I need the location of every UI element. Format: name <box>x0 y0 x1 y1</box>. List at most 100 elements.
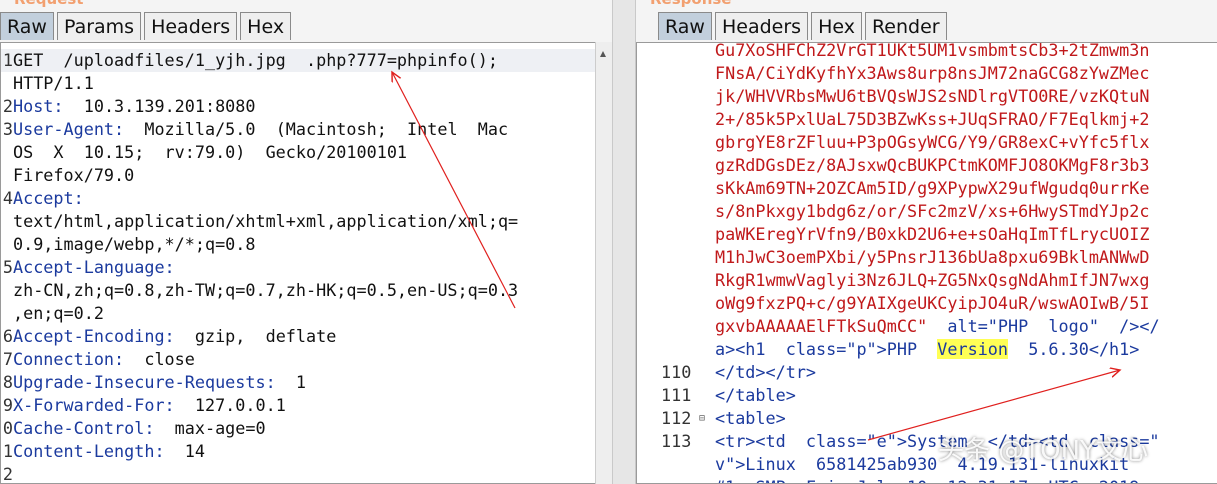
line-text: Cache-Control: max-age=0 <box>13 417 266 440</box>
request-line: zh-CN,zh;q=0.8,zh-TW;q=0.7,zh-HK;q=0.5,e… <box>1 279 611 302</box>
line-text: Upgrade-Insecure-Requests: 1 <box>13 371 306 394</box>
header-value: HTTP/1.1 <box>13 73 94 93</box>
tab-hex[interactable]: Hex <box>811 12 862 40</box>
request-line: OS X 10.15; rv:79.0) Gecko/20100101 <box>1 141 611 164</box>
base64-text: s/8nPkxgy1bdg6z/or/SFc2mzV/xs+6HwySTmdYJ… <box>715 201 1150 221</box>
header-value: Firefox/79.0 <box>13 165 135 185</box>
header-name: Host: <box>13 96 64 116</box>
request-editor[interactable]: 1 GET /uploadfiles/1_yjh.jpg .php?777=php… <box>0 42 612 484</box>
response-editor[interactable]: Gu7XoSHFChZ2VrGT1UKt5UM1vsmbmtsCb3+2tZmw… <box>636 42 1217 484</box>
tab-render[interactable]: Render <box>864 12 947 40</box>
header-value: gzip, deflate <box>174 326 337 346</box>
line-number: 2 <box>2 464 13 484</box>
fold-toggle-icon[interactable]: ⊟ <box>699 407 705 430</box>
line-number: 2 <box>2 96 13 116</box>
line-text: <table> <box>715 408 786 428</box>
line-number: 1 <box>2 441 13 461</box>
request-tab-bar: Raw Params Headers Hex <box>0 12 292 42</box>
line-number: 8 <box>2 372 13 392</box>
line-text: Firefox/79.0 <box>13 164 134 187</box>
header-name: X-Forwarded-For: <box>13 395 175 415</box>
code-fragment: 5.6.30</h1> <box>1008 339 1140 359</box>
base64-line: s/8nPkxgy1bdg6z/or/SFc2mzV/xs+6HwySTmdYJ… <box>637 200 1217 223</box>
header-name: Cache-Control: <box>13 418 155 438</box>
header-name: Accept-Language: <box>13 257 175 277</box>
base64-text: gzRdDGsDEz/8AJsxwQcBUKPCtmKOMFJO8OKMgF8r… <box>715 155 1150 175</box>
line-text: X-Forwarded-For: 127.0.0.1 <box>13 394 286 417</box>
header-value: max-age=0 <box>154 418 266 438</box>
base64-line: paWKEregYrVfn9/B0xkD2U6+e+sOaHqImTfLrycU… <box>637 223 1217 246</box>
line-number: 111 <box>661 385 692 405</box>
base64-text: paWKEregYrVfn9/B0xkD2U6+e+sOaHqImTfLrycU… <box>715 224 1150 244</box>
response-tab-bar: Raw Headers Hex Render <box>658 12 947 42</box>
header-value: OS X 10.15; rv:79.0) Gecko/20100101 <box>13 142 408 162</box>
response-title: Response <box>650 0 731 8</box>
base64-text: RkgR1wmwVaglyi3Nz6JLQ+ZG5NxQsgNdAhmIfJN7… <box>715 270 1150 290</box>
line-number: 110 <box>661 362 692 382</box>
tab-raw[interactable]: Raw <box>0 12 54 40</box>
header-value: close <box>124 349 195 369</box>
line-number: 0 <box>2 418 13 438</box>
request-line: 9 X-Forwarded-For: 127.0.0.1 <box>1 394 611 417</box>
request-title: Request <box>14 0 83 8</box>
request-line: text/html,application/xhtml+xml,applicat… <box>1 210 611 233</box>
request-line: 6 Accept-Encoding: gzip, deflate <box>1 325 611 348</box>
base64-line: 2+/85k5PxlUaL75D3BZwKss+JUqSFRAO/F7Eqlkm… <box>637 108 1217 131</box>
pane-divider[interactable] <box>612 0 636 484</box>
base64-line: Gu7XoSHFChZ2VrGT1UKt5UM1vsmbmtsCb3+2tZmw… <box>637 42 1217 62</box>
header-name: Upgrade-Insecure-Requests: <box>13 372 276 392</box>
request-line: 2 Host: 10.3.139.201:8080 <box>1 95 611 118</box>
line-text: OS X 10.15; rv:79.0) Gecko/20100101 <box>13 141 407 164</box>
header-name: Accept: <box>13 188 84 208</box>
tab-raw[interactable]: Raw <box>658 12 712 40</box>
tab-headers[interactable]: Headers <box>144 12 238 40</box>
line-text: #1 SMP Fri Jul 10 12:31:17 UTC 2019 <box>715 476 1139 483</box>
request-line: HTTP/1.1 <box>1 72 611 95</box>
code-fragment: gxvbAAAAAElFTkSuQmCC" <box>715 316 928 336</box>
base64-text: oWg9fxzPQ+c/g9YAIXgeUKCyipJO4uR/wswAOIwB… <box>715 293 1150 313</box>
line-number: 3 <box>2 119 13 139</box>
base64-text: Gu7XoSHFChZ2VrGT1UKt5UM1vsmbmtsCb3+2tZmw… <box>715 42 1150 60</box>
line-number: 9 <box>2 395 13 415</box>
header-name: User-Agent: <box>13 119 125 139</box>
request-line: 1 Content-Length: 14 <box>1 440 611 463</box>
header-value: ,en;q=0.2 <box>13 303 104 323</box>
header-value: 127.0.0.1 <box>174 395 286 415</box>
line-text: ,en;q=0.2 <box>13 302 104 325</box>
tab-hex[interactable]: Hex <box>240 12 292 40</box>
search-highlight: Version <box>937 339 1009 359</box>
request-line: 4 Accept: <box>1 187 611 210</box>
line-text: Host: 10.3.139.201:8080 <box>13 95 256 118</box>
header-value: 10.3.139.201:8080 <box>63 96 256 116</box>
request-line: 2 <box>1 463 611 484</box>
line-text: User-Agent: Mozilla/5.0 (Macintosh; Inte… <box>13 118 508 141</box>
base64-line: oWg9fxzPQ+c/g9YAIXgeUKCyipJO4uR/wswAOIwB… <box>637 292 1217 315</box>
line-number: 7 <box>2 349 13 369</box>
header-value: Mozilla/5.0 (Macintosh; Intel Mac <box>124 119 509 139</box>
line-text: </td></tr> <box>715 362 817 382</box>
tab-params[interactable]: Params <box>56 12 142 40</box>
line-number: 5 <box>2 257 13 277</box>
request-scrollbar[interactable] <box>595 42 612 484</box>
watermark: 头条 @TONY文心 <box>938 436 1148 466</box>
line-text: GET /uploadfiles/1_yjh.jpg .php?777=phpi… <box>13 49 498 72</box>
line-number: 112 <box>661 408 692 428</box>
request-line: 8 Upgrade-Insecure-Requests: 1 <box>1 371 611 394</box>
tab-headers[interactable]: Headers <box>714 12 809 40</box>
base64-text: gbrgYE8rZFluu+P3pOGsyWCG/Y9/GR8exC+vYfc5… <box>715 132 1150 152</box>
request-line: 5 Accept-Language: <box>1 256 611 279</box>
line-text: Connection: close <box>13 348 195 371</box>
header-name: GET /uploadfiles/1_yjh.jpg .php?777=phpi… <box>13 50 498 70</box>
scroll-up-arrow-icon[interactable] <box>599 50 607 58</box>
request-line: 0.9,image/webp,*/*;q=0.8 <box>1 233 611 256</box>
line-text: Content-Length: 14 <box>13 440 205 463</box>
line-text: Accept: <box>13 187 84 210</box>
code-fragment: alt="PHP logo" /></ <box>927 316 1160 336</box>
request-line: ,en;q=0.2 <box>1 302 611 325</box>
line-text: </table> <box>715 385 796 405</box>
base64-text: 2+/85k5PxlUaL75D3BZwKss+JUqSFRAO/F7Eqlkm… <box>715 109 1150 129</box>
line-text: gxvbAAAAAElFTkSuQmCC" alt="PHP logo" /><… <box>715 315 1160 338</box>
request-line: Firefox/79.0 <box>1 164 611 187</box>
header-value: text/html,application/xhtml+xml,applicat… <box>13 211 519 231</box>
response-line: #1 SMP Fri Jul 10 12:31:17 UTC 2019 <box>637 476 1217 483</box>
